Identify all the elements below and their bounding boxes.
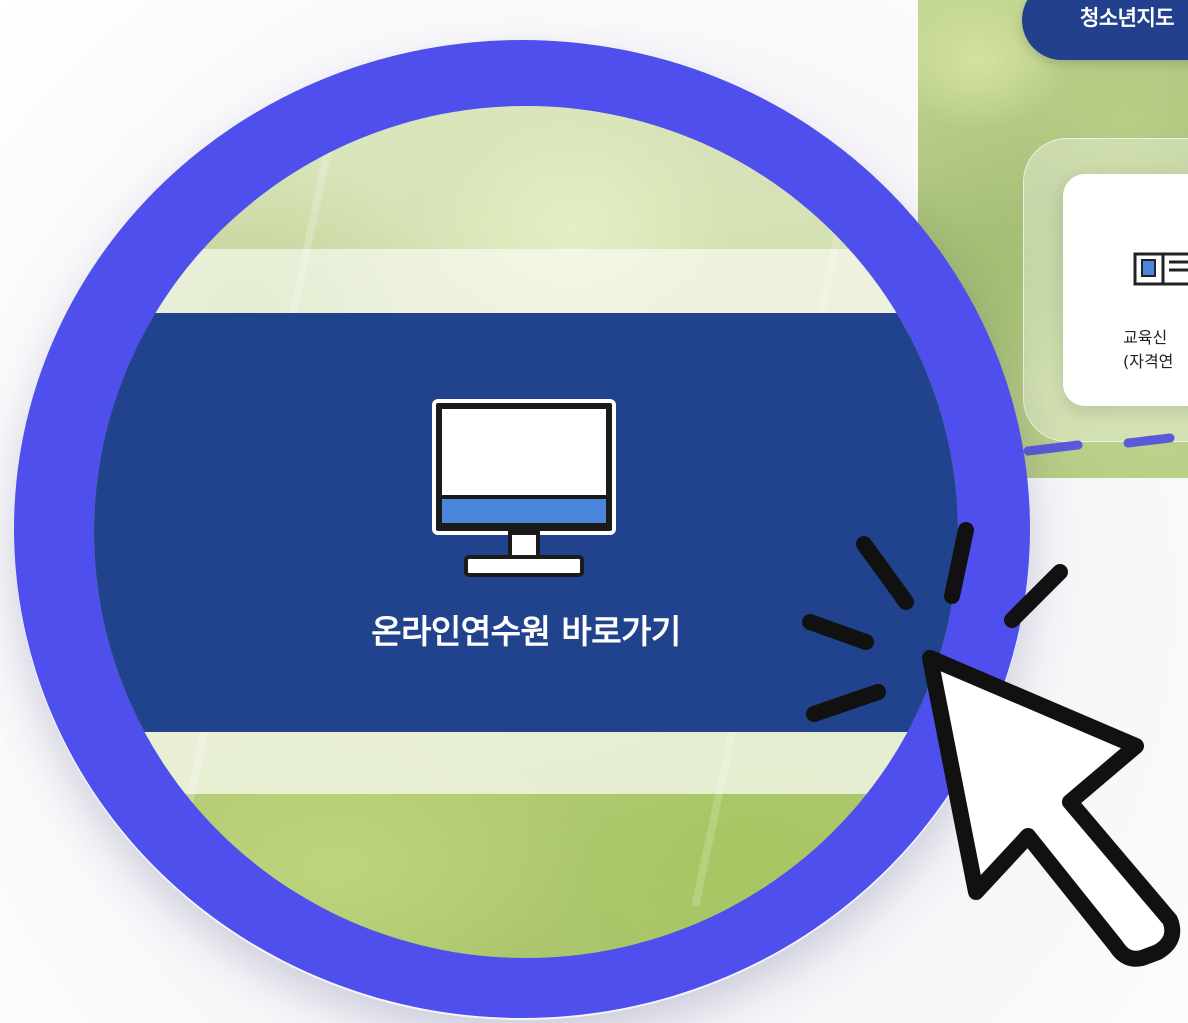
screenshot-stage: 청소년지도 교육신 (자격연 온라인연수원 바로가기 [0,0,1188,1023]
magnifier-lens: 온라인연수원 바로가기 [94,106,958,958]
dashed-connector [1023,433,1175,456]
youth-guidance-button-label: 청소년지도 [1080,6,1175,30]
online-training-center-label: 온라인연수원 바로가기 [371,612,681,651]
monitor-icon [432,399,616,577]
youth-guidance-button[interactable]: 청소년지도 [1022,0,1188,60]
education-card[interactable]: 교육신 (자격연 [1063,174,1188,406]
document-icon [1133,252,1188,286]
education-card-text: 교육신 (자격연 [1123,328,1174,371]
online-training-center-button[interactable]: 온라인연수원 바로가기 [94,313,958,732]
